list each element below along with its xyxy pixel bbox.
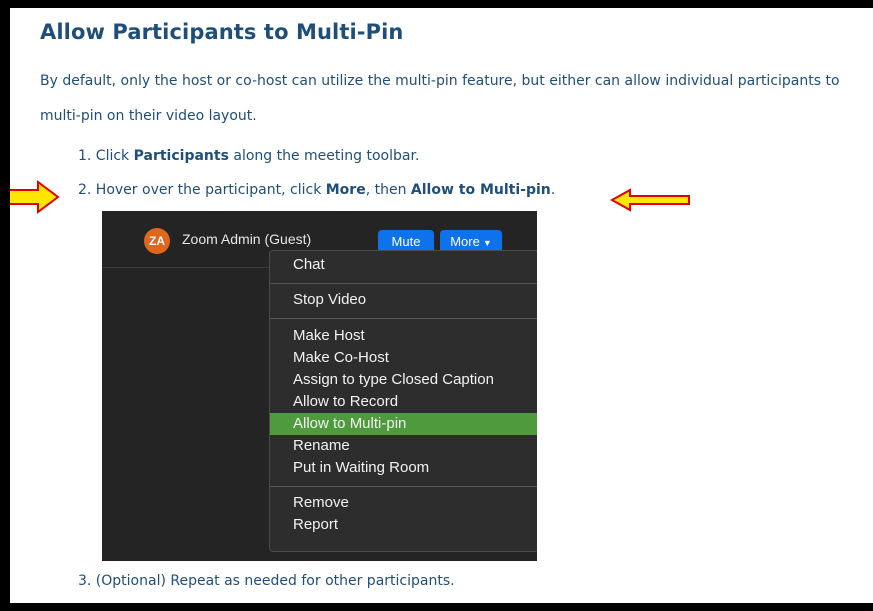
step-2-mid: , then [365, 182, 411, 198]
step-1-bold: Participants [133, 148, 229, 164]
menu-item-stop-video[interactable]: Stop Video [270, 289, 537, 311]
step-2-bold-allow: Allow to Multi-pin [410, 182, 551, 198]
participant-name: Zoom Admin (Guest) [182, 231, 312, 247]
page-title: Allow Participants to Multi-Pin [40, 20, 404, 44]
menu-item-waiting-room[interactable]: Put in Waiting Room [270, 457, 537, 479]
arrow-right-icon [10, 180, 60, 214]
menu-divider [270, 283, 537, 284]
intro-paragraph: By default, only the host or co-host can… [40, 73, 840, 124]
menu-divider [270, 486, 537, 487]
menu-item-make-co-host[interactable]: Make Co-Host [270, 347, 537, 369]
step-2-text: 2. Hover over the participant, click [78, 182, 326, 198]
menu-item-remove[interactable]: Remove [270, 492, 537, 514]
participant-context-menu: Chat Stop Video Make Host Make Co-Host A… [269, 250, 537, 552]
step-2-bold-more: More [325, 182, 366, 198]
avatar: ZA [144, 228, 170, 254]
menu-item-rename[interactable]: Rename [270, 435, 537, 457]
menu-item-closed-caption[interactable]: Assign to type Closed Caption [270, 369, 537, 391]
step-3: 3. (Optional) Repeat as needed for other… [78, 573, 455, 589]
menu-item-report[interactable]: Report [270, 514, 537, 536]
menu-divider [270, 318, 537, 319]
arrow-left-icon [610, 188, 690, 212]
step-3-text: 3. (Optional) Repeat as needed for other… [78, 573, 455, 589]
more-label: More [450, 234, 480, 249]
zoom-screenshot: ZA Zoom Admin (Guest) Mute More ▼ Chat St… [102, 211, 537, 561]
chevron-down-icon: ▼ [482, 238, 492, 248]
step-1-text: 1. Click [78, 148, 134, 164]
step-2-suffix: . [550, 182, 556, 198]
menu-item-allow-multi-pin[interactable]: Allow to Multi-pin [270, 413, 537, 435]
article-panel: Allow Participants to Multi-Pin By defau… [10, 8, 873, 603]
step-2: 2. Hover over the participant, click Mor… [78, 182, 555, 198]
step-1: 1. Click Participants along the meeting … [78, 148, 419, 164]
menu-item-allow-record[interactable]: Allow to Record [270, 391, 537, 413]
menu-item-chat[interactable]: Chat [270, 254, 537, 276]
step-1-rest: along the meeting toolbar. [228, 148, 420, 164]
menu-item-make-host[interactable]: Make Host [270, 325, 537, 347]
